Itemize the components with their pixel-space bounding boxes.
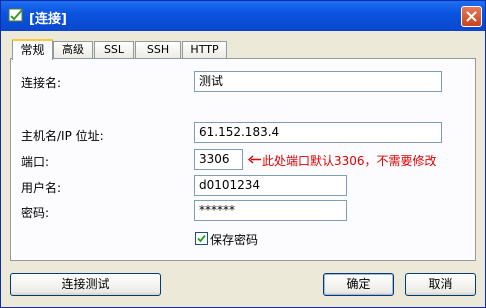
arrow-left-icon: [248, 155, 261, 164]
close-button[interactable]: [461, 6, 482, 27]
tab-ssh[interactable]: SSH: [135, 41, 181, 58]
tab-http[interactable]: HTTP: [182, 41, 227, 58]
app-icon: [8, 8, 23, 22]
cancel-button[interactable]: 取消: [405, 273, 476, 296]
close-icon: [466, 11, 477, 22]
connection-name-label: 连接名:: [21, 76, 62, 90]
window-title: [连接]: [29, 12, 67, 27]
username-input[interactable]: d0101234: [194, 175, 347, 196]
title-bar[interactable]: [连接]: [1, 1, 485, 31]
tab-panel-general: 连接名: 测试 主机名/IP 位址: 61.152.183.4 端口: 3306…: [10, 58, 476, 261]
host-input[interactable]: 61.152.183.4: [194, 122, 442, 143]
save-password-checkbox[interactable]: [195, 232, 208, 245]
connection-name-input[interactable]: 测试: [194, 71, 442, 92]
password-input[interactable]: ******: [194, 200, 347, 221]
port-input[interactable]: 3306: [194, 149, 243, 170]
test-connection-button[interactable]: 连接测试: [10, 273, 161, 296]
connection-dialog: [连接] 常规 高级 SSL SSH HTTP 连接名: 测试 主机名/IP 位…: [0, 0, 486, 308]
tab-advanced[interactable]: 高级: [53, 41, 93, 58]
port-label: 端口:: [21, 155, 50, 169]
username-label: 用户名:: [21, 181, 62, 195]
port-annotation: 此处端口默认3306，不需要修改: [262, 154, 437, 168]
ok-button[interactable]: 确定: [323, 273, 394, 296]
tab-ssl[interactable]: SSL: [94, 41, 134, 58]
password-label: 密码:: [21, 206, 50, 220]
checkmark-icon: [197, 234, 206, 243]
tab-general[interactable]: 常规: [12, 39, 53, 60]
save-password-label[interactable]: 保存密码: [210, 231, 258, 248]
host-label: 主机名/IP 位址:: [21, 129, 104, 143]
